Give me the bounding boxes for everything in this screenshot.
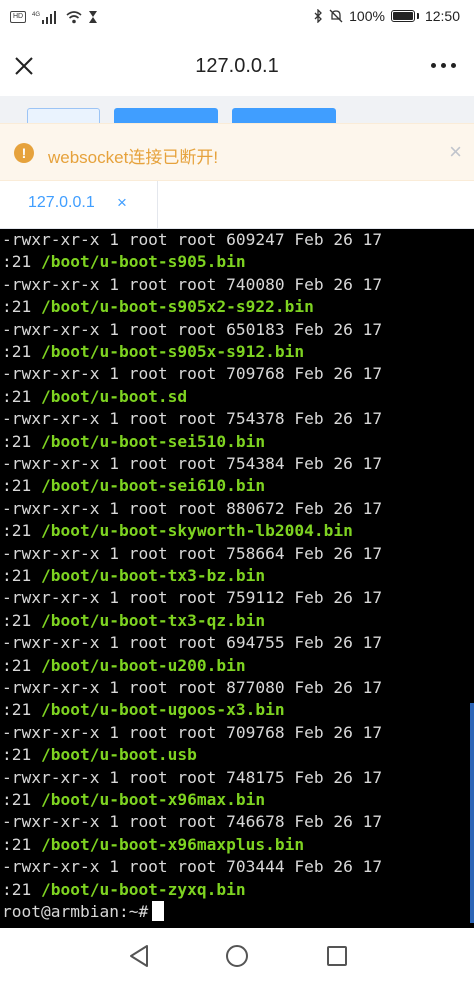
terminal-time: :21 bbox=[2, 566, 41, 585]
terminal-line: -rwxr-xr-x 1 root root 746678 Feb 26 17 bbox=[2, 812, 383, 832]
terminal-file-path: /boot/u-boot-tx3-qz.bin bbox=[40, 610, 266, 630]
terminal[interactable]: -rwxr-xr-x 1 root root 609247 Feb 26 17:… bbox=[0, 229, 474, 928]
terminal-prompt-line: root@armbian:~# bbox=[2, 901, 165, 923]
terminal-file-path: /boot/u-boot-zyxq.bin bbox=[40, 879, 246, 899]
terminal-time: :21 bbox=[2, 879, 41, 899]
mute-icon bbox=[329, 9, 343, 23]
terminal-line: :21 /boot/u-boot-ugoos-x3.bin bbox=[2, 699, 285, 721]
disconnect-alert: ! websocket连接已断开! × bbox=[0, 123, 474, 181]
terminal-line: -rwxr-xr-x 1 root root 748175 Feb 26 17 bbox=[2, 767, 383, 787]
terminal-line: -rwxr-xr-x 1 root root 740080 Feb 26 17 bbox=[2, 274, 383, 294]
terminal-file-path: /boot/u-boot-sei610.bin bbox=[40, 476, 266, 496]
terminal-time: :21 bbox=[2, 610, 41, 630]
terminal-time: :21 bbox=[2, 297, 41, 317]
terminal-scrollbar[interactable] bbox=[470, 703, 474, 923]
terminal-time: :21 bbox=[2, 521, 41, 541]
terminal-file-path: /boot/u-boot-s905x2-s922.bin bbox=[40, 297, 314, 317]
alert-message: websocket连接已断开! bbox=[48, 148, 219, 167]
terminal-file-path: /boot/u-boot-skyworth-lb2004.bin bbox=[40, 521, 353, 541]
terminal-line: :21 /boot/u-boot-x96max.bin bbox=[2, 789, 265, 811]
home-circle-icon[interactable] bbox=[226, 945, 248, 967]
tab-label: 127.0.0.1 bbox=[28, 194, 95, 211]
recent-square-icon[interactable] bbox=[327, 946, 347, 966]
status-right: 100% 12:50 bbox=[313, 8, 460, 24]
signal-bars-icon: 4G bbox=[32, 11, 57, 24]
tab-127-0-0-1[interactable]: 127.0.0.1 × bbox=[0, 181, 158, 228]
terminal-line: :21 /boot/u-boot-tx3-qz.bin bbox=[2, 610, 265, 632]
terminal-cursor bbox=[152, 901, 165, 921]
terminal-line: :21 /boot/u-boot-sei610.bin bbox=[2, 475, 265, 497]
wifi-icon bbox=[66, 11, 82, 24]
terminal-file-path: /boot/u-boot-u200.bin bbox=[40, 655, 246, 675]
warning-icon: ! bbox=[14, 143, 34, 163]
terminal-line: :21 /boot/u-boot-sei510.bin bbox=[2, 431, 265, 453]
terminal-time: :21 bbox=[2, 834, 41, 854]
terminal-line: :21 /boot/u-boot-s905.bin bbox=[2, 251, 246, 273]
terminal-line: :21 /boot/u-boot-tx3-bz.bin bbox=[2, 565, 265, 587]
terminal-file-path: /boot/u-boot.sd bbox=[40, 386, 188, 406]
terminal-file-path: /boot/u-boot-s905x-s912.bin bbox=[40, 342, 305, 361]
terminal-file-path: /boot/u-boot-s905.bin bbox=[40, 252, 246, 272]
terminal-line: -rwxr-xr-x 1 root root 758664 Feb 26 17 bbox=[2, 543, 383, 563]
terminal-file-path: /boot/u-boot-x96max.bin bbox=[40, 790, 266, 809]
terminal-time: :21 bbox=[2, 476, 41, 496]
alert-close-icon[interactable]: × bbox=[449, 141, 462, 163]
bluetooth-icon bbox=[314, 9, 323, 23]
terminal-time: :21 bbox=[2, 745, 41, 765]
tab-close-icon[interactable]: × bbox=[117, 193, 127, 213]
more-options-icon[interactable] bbox=[431, 63, 456, 68]
back-triangle-icon[interactable] bbox=[128, 944, 150, 968]
page-title: 127.0.0.1 bbox=[195, 55, 279, 77]
terminal-file-path: /boot/u-boot-tx3-bz.bin bbox=[40, 566, 266, 585]
hd-icon: HD bbox=[10, 11, 27, 23]
terminal-line: :21 /boot/u-boot-u200.bin bbox=[2, 655, 246, 677]
terminal-line: :21 /boot/u-boot-s905x-s912.bin bbox=[2, 341, 304, 363]
battery-percent: 100% bbox=[349, 8, 385, 24]
terminal-time: :21 bbox=[2, 431, 41, 451]
terminal-line: :21 /boot/u-boot.usb bbox=[2, 744, 197, 766]
4g-signal-icon: 4G bbox=[32, 12, 40, 18]
terminal-line: -rwxr-xr-x 1 root root 650183 Feb 26 17 bbox=[2, 319, 383, 339]
terminal-file-path: /boot/u-boot-sei510.bin bbox=[40, 431, 266, 451]
status-time: 12:50 bbox=[424, 8, 460, 24]
terminal-line: -rwxr-xr-x 1 root root 880672 Feb 26 17 bbox=[2, 498, 383, 518]
terminal-line: -rwxr-xr-x 1 root root 703444 Feb 26 17 bbox=[2, 857, 383, 877]
terminal-time: :21 bbox=[2, 655, 41, 675]
terminal-line: -rwxr-xr-x 1 root root 754378 Feb 26 17 bbox=[2, 409, 383, 429]
terminal-file-path: /boot/u-boot-x96maxplus.bin bbox=[40, 834, 305, 854]
terminal-line: -rwxr-xr-x 1 root root 709768 Feb 26 17 bbox=[2, 364, 383, 384]
title-bar: 127.0.0.1 bbox=[0, 36, 474, 96]
terminal-line: -rwxr-xr-x 1 root root 609247 Feb 26 17 bbox=[2, 230, 383, 249]
tab-bar: 127.0.0.1 × bbox=[0, 181, 474, 229]
terminal-time: :21 bbox=[2, 790, 41, 809]
terminal-line: :21 /boot/u-boot-zyxq.bin bbox=[2, 879, 246, 901]
terminal-line: :21 /boot/u-boot.sd bbox=[2, 386, 187, 408]
terminal-file-path: /boot/u-boot-ugoos-x3.bin bbox=[40, 700, 285, 720]
battery-icon bbox=[390, 10, 415, 22]
navigation-bar bbox=[0, 928, 474, 984]
terminal-line: -rwxr-xr-x 1 root root 709768 Feb 26 17 bbox=[2, 722, 383, 742]
terminal-line: -rwxr-xr-x 1 root root 759112 Feb 26 17 bbox=[2, 588, 383, 608]
terminal-line: -rwxr-xr-x 1 root root 694755 Feb 26 17 bbox=[2, 633, 383, 653]
terminal-line: :21 /boot/u-boot-x96maxplus.bin bbox=[2, 834, 304, 856]
terminal-line: -rwxr-xr-x 1 root root 754384 Feb 26 17 bbox=[2, 454, 383, 473]
terminal-time: :21 bbox=[2, 386, 41, 406]
terminal-line: :21 /boot/u-boot-skyworth-lb2004.bin bbox=[2, 520, 353, 542]
status-left: HD 4G bbox=[10, 10, 98, 24]
terminal-time: :21 bbox=[2, 252, 41, 272]
terminal-time: :21 bbox=[2, 342, 41, 361]
terminal-file-path: /boot/u-boot.usb bbox=[40, 745, 197, 765]
terminal-prompt: root@armbian:~# bbox=[2, 902, 149, 921]
status-bar: HD 4G 100% 12:50 bbox=[0, 0, 474, 36]
terminal-time: :21 bbox=[2, 700, 41, 720]
terminal-line: :21 /boot/u-boot-s905x2-s922.bin bbox=[2, 296, 314, 318]
hourglass-icon bbox=[89, 11, 98, 23]
terminal-line: -rwxr-xr-x 1 root root 877080 Feb 26 17 bbox=[2, 678, 383, 697]
